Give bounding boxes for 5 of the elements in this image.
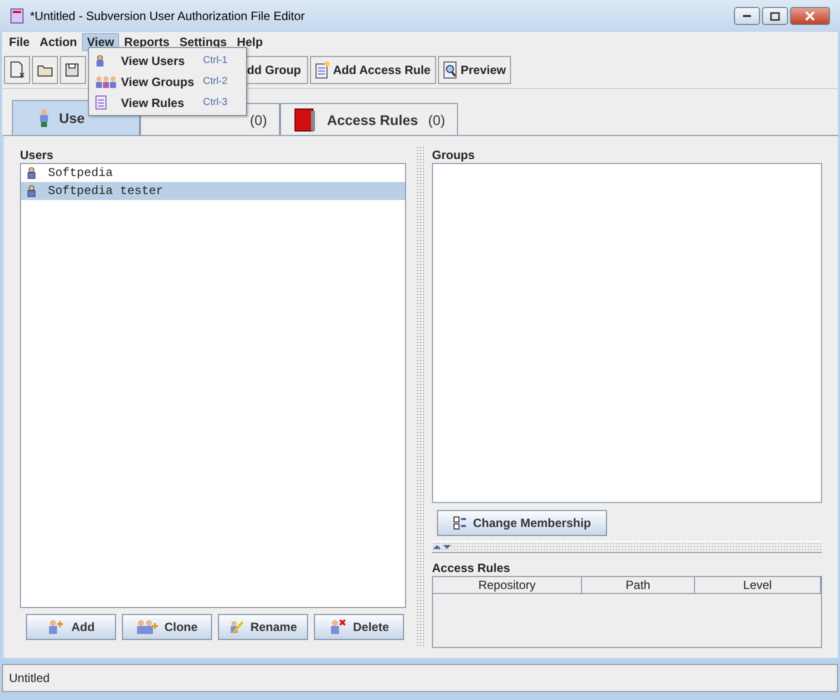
status-bar: Untitled bbox=[2, 664, 838, 692]
panel-title: Access Rules bbox=[432, 560, 512, 576]
panel-title: Users bbox=[20, 147, 54, 163]
window-title: *Untitled - Subversion User Authorization File Editor bbox=[30, 9, 305, 23]
panel-title: Groups bbox=[432, 147, 476, 163]
